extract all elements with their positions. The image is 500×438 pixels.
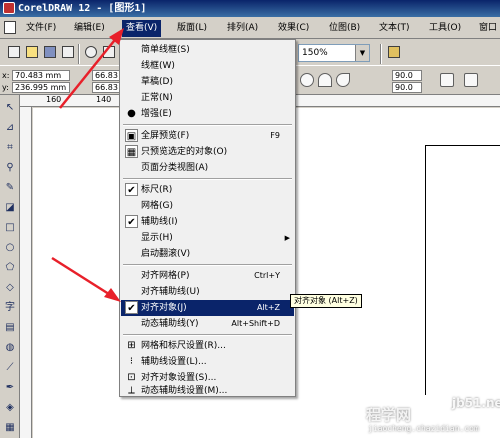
menu-item-snap-to-objects-setup[interactable]: ⊡ 对齐对象设置(S)... [121, 370, 294, 386]
toolbox: ↖ ⊿ ⌗ ⚲ ✎ ◪ □ ○ ⬠ ◇ 字 ▤ ◍ ⟋ ✒ ◈ ▦ [0, 95, 20, 438]
menu-edit[interactable]: 编辑(E) [70, 20, 109, 37]
checkmark-icon: ✔ [125, 301, 138, 314]
menu-bar: 文件(F) 编辑(E) 查看(V) 版面(L) 排列(A) 效果(C) 位图(B… [0, 17, 500, 39]
rectangle-tool-icon[interactable]: □ [3, 221, 17, 235]
print-icon[interactable] [60, 44, 76, 60]
preview-selected-icon: ▦ [125, 145, 138, 158]
pie-shape-icon[interactable] [318, 73, 332, 87]
window-title: CorelDRAW 12 - [图形1] [18, 3, 147, 14]
y-position: y: 236.995 mm [2, 82, 76, 93]
direction-toggle-icon[interactable] [440, 73, 454, 87]
checkmark-icon: ✔ [125, 215, 138, 228]
eyedropper-tool-icon[interactable]: ⟋ [3, 361, 17, 375]
ellipse-shape-icon[interactable] [300, 73, 314, 87]
basic-shapes-tool-icon[interactable]: ◇ [3, 281, 17, 295]
freehand-tool-icon[interactable]: ✎ [3, 181, 17, 195]
menu-view[interactable]: 查看(V) [122, 20, 162, 37]
watermark-url: jiaocheng.chazidian.com [368, 424, 479, 433]
wrap-text-icon[interactable] [464, 73, 478, 87]
menu-item-guidelines[interactable]: ✔ 辅助线(I) [121, 214, 294, 230]
new-document-icon[interactable] [6, 44, 22, 60]
shape-tool-icon[interactable]: ⊿ [3, 121, 17, 135]
height-field[interactable]: 66.83 [92, 82, 122, 93]
snap-settings-icon: ⊡ [127, 372, 136, 383]
menu-item-rulers[interactable]: ✔ 标尺(R) [121, 182, 294, 198]
coreldraw-app-icon[interactable] [3, 2, 15, 14]
open-icon[interactable] [24, 44, 40, 60]
interactive-tool-icon[interactable]: ▤ [3, 321, 17, 335]
arc-shape-icon[interactable] [336, 73, 350, 87]
radio-dot-icon: ● [127, 108, 136, 119]
menu-item-grid[interactable]: 网格(G) [121, 198, 294, 214]
text-tool-icon[interactable]: 字 [3, 301, 17, 315]
x-position: x: 70.483 mm [2, 70, 76, 81]
end-angle-field[interactable]: 90.0 [392, 82, 422, 93]
menu-file[interactable]: 文件(F) [22, 20, 60, 37]
x-position-field[interactable]: 70.483 mm [12, 70, 70, 81]
chevron-down-icon[interactable]: ▼ [355, 45, 369, 61]
tooltip: 对齐对象 (Alt+Z) [290, 294, 362, 308]
smart-fill-tool-icon[interactable]: ◪ [3, 201, 17, 215]
width-field[interactable]: 66.83 [92, 70, 122, 81]
start-angle-field[interactable]: 90.0 [392, 70, 422, 81]
zoom-level-select[interactable]: 150% ▼ [298, 44, 370, 62]
copy-icon[interactable] [101, 44, 117, 60]
interactive-fill-tool-icon[interactable]: ▦ [3, 421, 17, 435]
outline-tool-icon[interactable]: ✒ [3, 381, 17, 395]
zoom-tool-icon[interactable]: ⚲ [3, 161, 17, 175]
menu-item-page-sorter-view[interactable]: 页面分类视图(A) [121, 160, 294, 176]
application-launcher-icon[interactable] [386, 44, 402, 60]
watermark-logo: 程学网 [366, 406, 412, 424]
paint-bucket-tool-icon[interactable]: ◈ [3, 401, 17, 415]
menu-item-snap-to-objects[interactable]: ✔ 对齐对象(J) Alt+Z [121, 300, 294, 316]
y-position-field[interactable]: 236.995 mm [12, 82, 70, 93]
ellipse-tool-icon[interactable]: ○ [3, 241, 17, 255]
menu-text[interactable]: 文本(T) [375, 20, 414, 37]
menu-item-wireframe[interactable]: 线框(W) [121, 58, 294, 74]
menu-item-enhanced[interactable]: ● 增强(E) [121, 106, 294, 122]
pick-tool-icon[interactable]: ↖ [3, 101, 17, 115]
crop-tool-icon[interactable]: ⌗ [3, 141, 17, 155]
zoom-level-value: 150% [302, 48, 328, 58]
menu-item-normal[interactable]: 正常(N) [121, 90, 294, 106]
guidelines-settings-icon: ⁝ [129, 356, 134, 367]
menu-item-snap-to-grid[interactable]: 对齐网格(P) Ctrl+Y [121, 268, 294, 284]
menu-bitmaps[interactable]: 位图(B) [325, 20, 364, 37]
menu-window[interactable]: 窗口 [475, 20, 500, 37]
checkmark-icon: ✔ [125, 183, 138, 196]
cut-icon[interactable] [83, 44, 99, 60]
fill-tool-icon[interactable]: ◍ [3, 341, 17, 355]
title-bar: CorelDRAW 12 - [图形1] [0, 0, 500, 17]
menu-item-draft[interactable]: 草稿(D) [121, 74, 294, 90]
grid-settings-icon: ⊞ [127, 340, 136, 351]
save-icon[interactable] [42, 44, 58, 60]
submenu-arrow-icon: ▶ [284, 234, 290, 242]
page-border [425, 145, 500, 395]
menu-tools[interactable]: 工具(O) [425, 20, 465, 37]
menu-item-simple-wireframe[interactable]: 简单线框(S) [121, 42, 294, 58]
menu-item-dynamic-guides-setup[interactable]: ⟂ 动态辅助线设置(M)... [121, 385, 294, 396]
menu-item-grid-ruler-setup[interactable]: ⊞ 网格和标尺设置(R)... [121, 338, 294, 354]
menu-effects[interactable]: 效果(C) [274, 20, 313, 37]
menu-arrange[interactable]: 排列(A) [223, 20, 262, 37]
menu-item-enable-rollover[interactable]: 启动翻滚(V) [121, 246, 294, 262]
vertical-ruler[interactable] [20, 107, 32, 438]
view-menu-dropdown: 简单线框(S) 线框(W) 草稿(D) 正常(N) ● 增强(E) ▣ 全屏预览… [119, 39, 296, 397]
dynamic-guides-settings-icon: ⟂ [128, 385, 135, 396]
menu-item-show[interactable]: 显示(H) ▶ [121, 230, 294, 246]
menu-item-preview-selected-only[interactable]: ▦ 只预览选定的对象(O) [121, 144, 294, 160]
watermark-site: jb51.net [452, 396, 500, 410]
document-icon[interactable] [4, 21, 16, 34]
menu-item-dynamic-guides[interactable]: 动态辅助线(Y) Alt+Shift+D [121, 316, 294, 332]
full-screen-preview-icon: ▣ [125, 129, 138, 142]
menu-item-snap-to-guidelines[interactable]: 对齐辅助线(U) [121, 284, 294, 300]
polygon-tool-icon[interactable]: ⬠ [3, 261, 17, 275]
menu-layout[interactable]: 版面(L) [173, 20, 211, 37]
menu-item-guidelines-setup[interactable]: ⁝ 辅助线设置(L)... [121, 354, 294, 370]
menu-item-full-screen-preview[interactable]: ▣ 全屏预览(F) F9 [121, 128, 294, 144]
